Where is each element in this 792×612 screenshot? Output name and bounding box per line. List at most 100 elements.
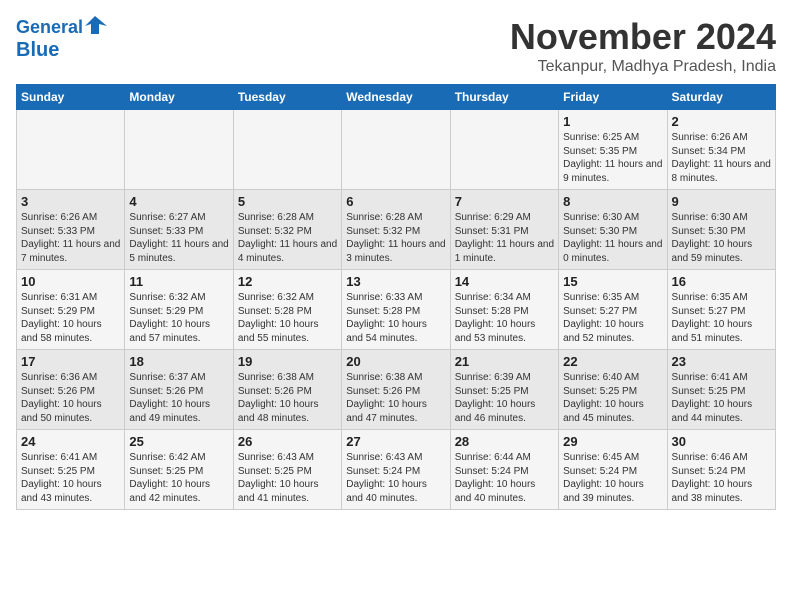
day-number: 19 — [238, 354, 337, 369]
calendar-cell: 13Sunrise: 6:33 AM Sunset: 5:28 PM Dayli… — [342, 270, 450, 350]
day-info: Sunrise: 6:28 AM Sunset: 5:32 PM Dayligh… — [238, 211, 337, 265]
day-info: Sunrise: 6:36 AM Sunset: 5:26 PM Dayligh… — [21, 371, 120, 425]
calendar-table: SundayMondayTuesdayWednesdayThursdayFrid… — [16, 84, 776, 510]
calendar-week-row: 17 Sunrise: 6:36 AM Sunset: 5:26 PM Dayli… — [17, 350, 776, 430]
calendar-cell: 19 Sunrise: 6:38 AM Sunset: 5:26 PM Dayli… — [233, 350, 341, 430]
calendar-cell — [17, 110, 125, 190]
header: General Blue November 2024 Tekanpur, Mad… — [16, 16, 776, 76]
calendar-week-row: 3 Sunrise: 6:26 AM Sunset: 5:33 PM Daylig… — [17, 190, 776, 270]
calendar-cell: 4 Sunrise: 6:27 AM Sunset: 5:33 PM Daylig… — [125, 190, 233, 270]
day-info: Sunrise: 6:43 AM Sunset: 5:24 PM Dayligh… — [346, 451, 445, 505]
calendar-cell: 7 Sunrise: 6:29 AM Sunset: 5:31 PM Daylig… — [450, 190, 558, 270]
day-number: 12 — [238, 274, 337, 289]
calendar-cell: 22 Sunrise: 6:40 AM Sunset: 5:25 PM Dayli… — [559, 350, 667, 430]
day-number: 3 — [21, 194, 120, 209]
day-info: Sunrise: 6:32 AM Sunset: 5:29 PM Dayligh… — [129, 291, 228, 345]
day-number: 7 — [455, 194, 554, 209]
day-number: 9 — [672, 194, 771, 209]
weekday-header-tuesday: Tuesday — [233, 85, 341, 110]
title-area: November 2024 Tekanpur, Madhya Pradesh, … — [510, 16, 776, 76]
calendar-cell: 28 Sunrise: 6:44 AM Sunset: 5:24 PM Dayli… — [450, 430, 558, 510]
day-info: Sunrise: 6:25 AM Sunset: 5:35 PM Dayligh… — [563, 131, 662, 185]
logo-blue-text: Blue — [16, 39, 59, 61]
weekday-header-monday: Monday — [125, 85, 233, 110]
day-number: 22 — [563, 354, 662, 369]
calendar-cell — [125, 110, 233, 190]
calendar-cell: 1 Sunrise: 6:25 AM Sunset: 5:35 PM Daylig… — [559, 110, 667, 190]
day-info: Sunrise: 6:38 AM Sunset: 5:26 PM Dayligh… — [238, 371, 337, 425]
weekday-header-thursday: Thursday — [450, 85, 558, 110]
day-info: Sunrise: 6:46 AM Sunset: 5:24 PM Dayligh… — [672, 451, 771, 505]
calendar-week-row: 1 Sunrise: 6:25 AM Sunset: 5:35 PM Daylig… — [17, 110, 776, 190]
day-number: 24 — [21, 434, 120, 449]
calendar-cell: 6Sunrise: 6:28 AM Sunset: 5:32 PM Daylig… — [342, 190, 450, 270]
location-title: Tekanpur, Madhya Pradesh, India — [510, 58, 776, 76]
calendar-cell: 30 Sunrise: 6:46 AM Sunset: 5:24 PM Dayli… — [667, 430, 775, 510]
day-info: Sunrise: 6:30 AM Sunset: 5:30 PM Dayligh… — [672, 211, 771, 265]
calendar-cell: 5 Sunrise: 6:28 AM Sunset: 5:32 PM Daylig… — [233, 190, 341, 270]
calendar-cell: 17 Sunrise: 6:36 AM Sunset: 5:26 PM Dayli… — [17, 350, 125, 430]
calendar-cell: 11 Sunrise: 6:32 AM Sunset: 5:29 PM Dayli… — [125, 270, 233, 350]
calendar-cell: 8Sunrise: 6:30 AM Sunset: 5:30 PM Daylig… — [559, 190, 667, 270]
day-number: 18 — [129, 354, 228, 369]
calendar-cell — [450, 110, 558, 190]
day-info: Sunrise: 6:40 AM Sunset: 5:25 PM Dayligh… — [563, 371, 662, 425]
day-info: Sunrise: 6:37 AM Sunset: 5:26 PM Dayligh… — [129, 371, 228, 425]
calendar-cell: 9 Sunrise: 6:30 AM Sunset: 5:30 PM Daylig… — [667, 190, 775, 270]
day-info: Sunrise: 6:28 AM Sunset: 5:32 PM Dayligh… — [346, 211, 445, 265]
day-info: Sunrise: 6:39 AM Sunset: 5:25 PM Dayligh… — [455, 371, 554, 425]
day-info: Sunrise: 6:29 AM Sunset: 5:31 PM Dayligh… — [455, 211, 554, 265]
day-number: 27 — [346, 434, 445, 449]
day-info: Sunrise: 6:35 AM Sunset: 5:27 PM Dayligh… — [672, 291, 771, 345]
day-info: Sunrise: 6:41 AM Sunset: 5:25 PM Dayligh… — [21, 451, 120, 505]
day-number: 5 — [238, 194, 337, 209]
day-number: 2 — [672, 114, 771, 129]
logo: General Blue — [16, 16, 107, 61]
calendar-cell: 27 Sunrise: 6:43 AM Sunset: 5:24 PM Dayli… — [342, 430, 450, 510]
calendar-cell: 29 Sunrise: 6:45 AM Sunset: 5:24 PM Dayli… — [559, 430, 667, 510]
day-info: Sunrise: 6:43 AM Sunset: 5:25 PM Dayligh… — [238, 451, 337, 505]
day-number: 10 — [21, 274, 120, 289]
day-info: Sunrise: 6:38 AM Sunset: 5:26 PM Dayligh… — [346, 371, 445, 425]
day-number: 1 — [563, 114, 662, 129]
day-info: Sunrise: 6:45 AM Sunset: 5:24 PM Dayligh… — [563, 451, 662, 505]
day-info: Sunrise: 6:31 AM Sunset: 5:29 PM Dayligh… — [21, 291, 120, 345]
calendar-cell: 12Sunrise: 6:32 AM Sunset: 5:28 PM Dayli… — [233, 270, 341, 350]
day-number: 4 — [129, 194, 228, 209]
logo-text: General — [16, 18, 83, 38]
calendar-cell: 26 Sunrise: 6:43 AM Sunset: 5:25 PM Dayli… — [233, 430, 341, 510]
calendar-cell: 24 Sunrise: 6:41 AM Sunset: 5:25 PM Dayli… — [17, 430, 125, 510]
calendar-week-row: 10 Sunrise: 6:31 AM Sunset: 5:29 PM Dayli… — [17, 270, 776, 350]
day-info: Sunrise: 6:41 AM Sunset: 5:25 PM Dayligh… — [672, 371, 771, 425]
calendar-cell: 10 Sunrise: 6:31 AM Sunset: 5:29 PM Dayli… — [17, 270, 125, 350]
day-number: 26 — [238, 434, 337, 449]
calendar-cell: 25 Sunrise: 6:42 AM Sunset: 5:25 PM Dayli… — [125, 430, 233, 510]
day-number: 28 — [455, 434, 554, 449]
day-number: 29 — [563, 434, 662, 449]
day-info: Sunrise: 6:35 AM Sunset: 5:27 PM Dayligh… — [563, 291, 662, 345]
weekday-header-friday: Friday — [559, 85, 667, 110]
weekday-header-saturday: Saturday — [667, 85, 775, 110]
day-number: 13 — [346, 274, 445, 289]
calendar-cell: 18 Sunrise: 6:37 AM Sunset: 5:26 PM Dayli… — [125, 350, 233, 430]
calendar-week-row: 24 Sunrise: 6:41 AM Sunset: 5:25 PM Dayli… — [17, 430, 776, 510]
calendar-cell: 16Sunrise: 6:35 AM Sunset: 5:27 PM Dayli… — [667, 270, 775, 350]
day-number: 23 — [672, 354, 771, 369]
day-info: Sunrise: 6:44 AM Sunset: 5:24 PM Dayligh… — [455, 451, 554, 505]
day-number: 25 — [129, 434, 228, 449]
day-number: 14 — [455, 274, 554, 289]
day-number: 30 — [672, 434, 771, 449]
day-info: Sunrise: 6:42 AM Sunset: 5:25 PM Dayligh… — [129, 451, 228, 505]
day-number: 11 — [129, 274, 228, 289]
calendar-cell: 2Sunrise: 6:26 AM Sunset: 5:34 PM Daylig… — [667, 110, 775, 190]
calendar-cell: 20 Sunrise: 6:38 AM Sunset: 5:26 PM Dayli… — [342, 350, 450, 430]
day-info: Sunrise: 6:30 AM Sunset: 5:30 PM Dayligh… — [563, 211, 662, 265]
day-number: 17 — [21, 354, 120, 369]
day-number: 21 — [455, 354, 554, 369]
calendar-cell: 3 Sunrise: 6:26 AM Sunset: 5:33 PM Daylig… — [17, 190, 125, 270]
day-number: 20 — [346, 354, 445, 369]
calendar-cell: 15Sunrise: 6:35 AM Sunset: 5:27 PM Dayli… — [559, 270, 667, 350]
day-info: Sunrise: 6:34 AM Sunset: 5:28 PM Dayligh… — [455, 291, 554, 345]
day-info: Sunrise: 6:26 AM Sunset: 5:33 PM Dayligh… — [21, 211, 120, 265]
day-info: Sunrise: 6:27 AM Sunset: 5:33 PM Dayligh… — [129, 211, 228, 265]
